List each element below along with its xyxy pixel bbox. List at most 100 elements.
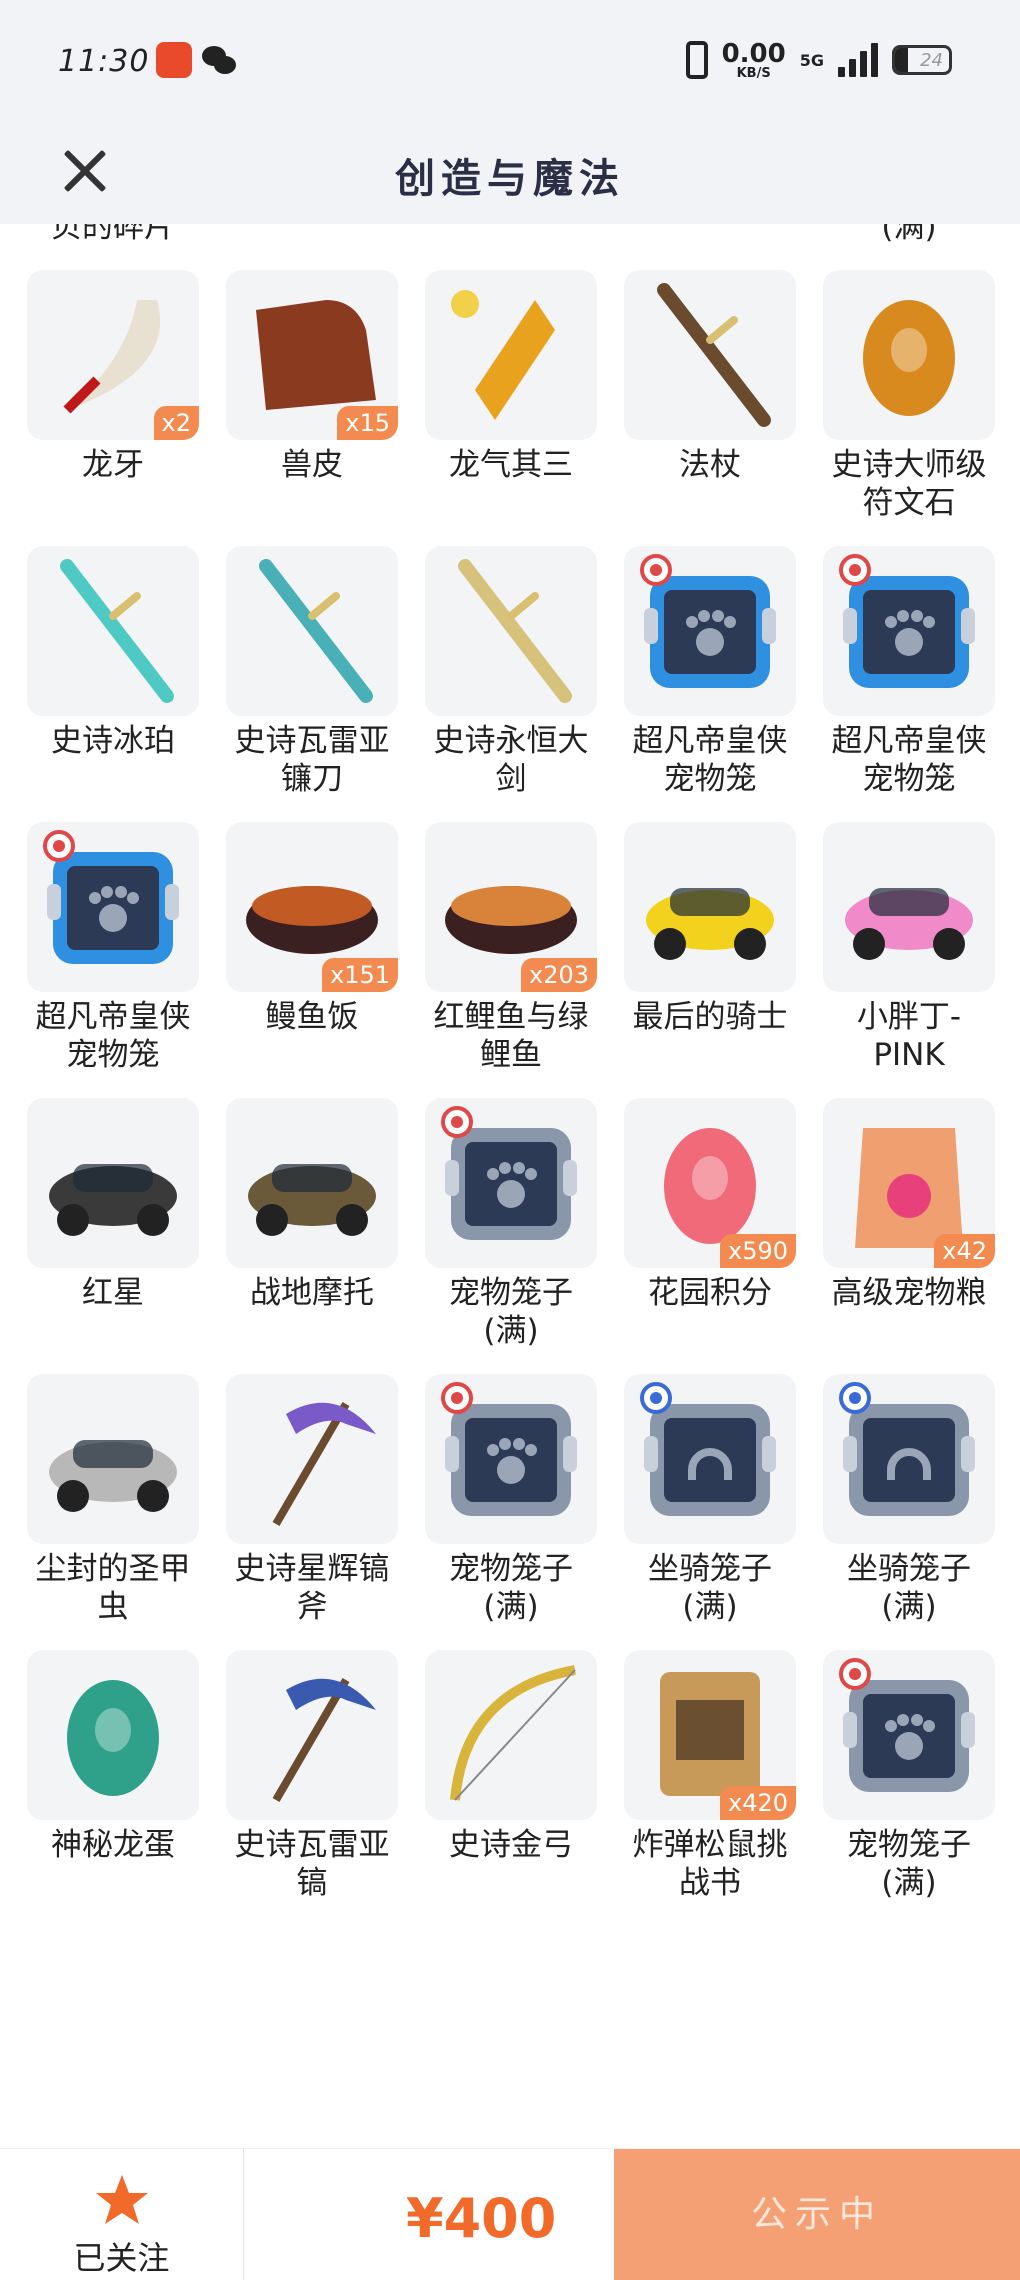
item-thumbnail — [823, 822, 995, 992]
item-name: 超凡帝皇侠 宠物笼 — [610, 722, 810, 798]
item-card[interactable]: 坐骑笼子(满) — [823, 224, 995, 246]
item-count-badge: x15 — [337, 406, 398, 440]
item-card[interactable]: 超凡帝皇侠 宠物笼 — [624, 546, 796, 798]
item-thumbnail — [624, 822, 796, 992]
network-speed-value: 0.00 — [721, 38, 786, 69]
item-name-line: 最后的骑士 — [632, 999, 788, 1035]
item-name-line: 镐 — [296, 1865, 328, 1901]
item-card[interactable]: 战地摩托 — [226, 1098, 398, 1312]
item-name: 史诗星辉镐斧 — [212, 1550, 412, 1626]
item-card[interactable]: 坐骑笼子(满) — [823, 1374, 995, 1626]
item-name-line: 宠物笼子 — [449, 1551, 573, 1587]
item-thumbnail — [27, 1650, 199, 1820]
status-button[interactable]: 公示中 — [614, 2149, 1020, 2280]
item-card[interactable]: 神秘龙蛋 — [27, 1650, 199, 1864]
pet-cage-icon — [640, 554, 776, 688]
item-card[interactable]: 宠物笼子 (满) — [425, 1098, 597, 1350]
item-thumbnail — [425, 1098, 597, 1268]
golden-bow-icon — [450, 1665, 576, 1801]
item-name: 龙牙 — [13, 446, 213, 484]
item-name-line: (满) — [881, 1589, 937, 1625]
item-card[interactable]: x590 花园积分 — [624, 1098, 796, 1312]
mount-cage-icon — [640, 1382, 776, 1516]
item-name-line: 尘封的圣甲 — [35, 1551, 191, 1587]
bottom-bar: 已关注 ¥400 公示中 — [0, 2148, 1020, 2280]
item-thumbnail — [27, 546, 199, 716]
item-card[interactable]: x203 红鲤鱼与绿 鲤鱼 — [425, 822, 597, 1074]
axe-pick-icon — [272, 1677, 376, 1803]
item-card[interactable]: 史诗冰珀 — [27, 546, 199, 760]
vibrate-icon — [685, 41, 708, 79]
item-card[interactable]: 龙气其三 — [425, 270, 597, 484]
item-name-line: 兽皮 — [281, 447, 343, 483]
item-name: 坐骑笼子(满) — [809, 1550, 1009, 1626]
item-card[interactable]: x420 炸弹松鼠挑 战书 — [624, 1650, 796, 1902]
item-name-line: 超凡帝皇侠 — [35, 999, 191, 1035]
item-name: 超凡帝皇侠 宠物笼 — [809, 722, 1009, 798]
item-name-line: 史诗永恒大 — [433, 723, 589, 759]
item-card[interactable]: 史诗星辉镐斧 — [226, 1374, 398, 1626]
item-card[interactable]: 小胖丁- PINK — [823, 822, 995, 1074]
item-thumbnail: x15 — [226, 270, 398, 440]
item-card[interactable]: 红星 — [27, 1098, 199, 1312]
item-name-line: 史诗冰珀 — [51, 723, 175, 759]
item-card[interactable]: x2 龙牙 — [27, 270, 199, 484]
ice-sword-icon — [60, 559, 174, 703]
item-name-line: 炸弹松鼠挑 — [632, 1827, 788, 1863]
item-card[interactable]: 史诗金弓 — [425, 1650, 597, 1864]
item-card[interactable]: 法杖 — [624, 270, 796, 484]
item-thumbnail — [823, 1374, 995, 1544]
item-thumbnail — [823, 1650, 995, 1820]
item-thumbnail — [823, 270, 995, 440]
item-thumbnail — [226, 1098, 398, 1268]
item-name-line: 宠物笼 — [663, 761, 757, 797]
item-card[interactable]: 宠物笼子 (满) — [823, 1650, 995, 1902]
item-name-line: (满) — [483, 1589, 539, 1625]
item-card[interactable]: 超凡帝皇侠 宠物笼 — [823, 546, 995, 798]
item-card[interactable]: 坐骑笼子(满) — [624, 1374, 796, 1626]
item-card[interactable]: 史诗大师级 符文石 — [823, 270, 995, 522]
pet-cage-full-icon — [839, 1658, 975, 1792]
item-name-line: 神秘龙蛋 — [51, 1827, 175, 1863]
item-name-line: 小胖丁- — [856, 999, 962, 1035]
item-name-line: 战地摩托 — [250, 1275, 374, 1311]
scarab-icon — [49, 1440, 177, 1512]
item-card[interactable]: 史诗永恒大剑 — [425, 546, 597, 798]
dragon-crystal-icon — [451, 290, 555, 420]
item-card[interactable]: x42 高级宠物粮 — [823, 1098, 995, 1312]
item-name: 法杖 — [610, 446, 810, 484]
item-thumbnail — [624, 1374, 796, 1544]
app-notification-icon — [156, 42, 192, 78]
item-name: 龙气其三 — [411, 446, 611, 484]
item-card[interactable]: 宠物笼子 (满) — [425, 1374, 597, 1626]
network-type: 5G — [799, 50, 824, 70]
item-name: 坐骑笼子(满) — [610, 1550, 810, 1626]
item-card[interactable]: x15 兽皮 — [226, 270, 398, 484]
item-grid-viewport[interactable]: x10小创君的宝贝的碎片x24星域信标x13机甲核心x20木材坐骑笼子(满)x2… — [0, 224, 1020, 2148]
item-card[interactable]: x151 鳗鱼饭 — [226, 822, 398, 1036]
scythe-icon — [259, 559, 373, 703]
item-name: 高级宠物粮 — [809, 1274, 1009, 1312]
item-name-line: 贝的碎片 — [51, 224, 175, 245]
item-name: 小胖丁- PINK — [809, 998, 1009, 1074]
item-name: 坐骑笼子(满) — [809, 224, 1009, 246]
item-name: 宠物笼子 (满) — [411, 1550, 611, 1626]
item-card[interactable]: 史诗瓦雷亚 镰刀 — [226, 546, 398, 798]
follow-button[interactable]: 已关注 — [0, 2149, 244, 2280]
rune-stone-icon — [863, 300, 955, 416]
item-name: 神秘龙蛋 — [13, 1826, 213, 1864]
page-title: 创造与魔法 — [395, 156, 625, 202]
dragon-egg-icon — [67, 1680, 159, 1796]
item-card[interactable]: x10小创君的宝贝的碎片 — [27, 224, 199, 246]
item-thumbnail — [624, 270, 796, 440]
item-thumbnail — [226, 1374, 398, 1544]
pickaxe-icon — [272, 1401, 376, 1527]
item-thumbnail: x420 — [624, 1650, 796, 1820]
item-name: 小创君的宝贝的碎片 — [13, 224, 213, 246]
item-card[interactable]: 史诗瓦雷亚镐 — [226, 1650, 398, 1902]
item-card[interactable]: 超凡帝皇侠 宠物笼 — [27, 822, 199, 1074]
item-name-line: 坐骑笼子 — [847, 1551, 971, 1587]
item-card[interactable]: 最后的骑士 — [624, 822, 796, 1036]
item-name-line: 宠物笼 — [862, 761, 956, 797]
item-card[interactable]: 尘封的圣甲虫 — [27, 1374, 199, 1626]
